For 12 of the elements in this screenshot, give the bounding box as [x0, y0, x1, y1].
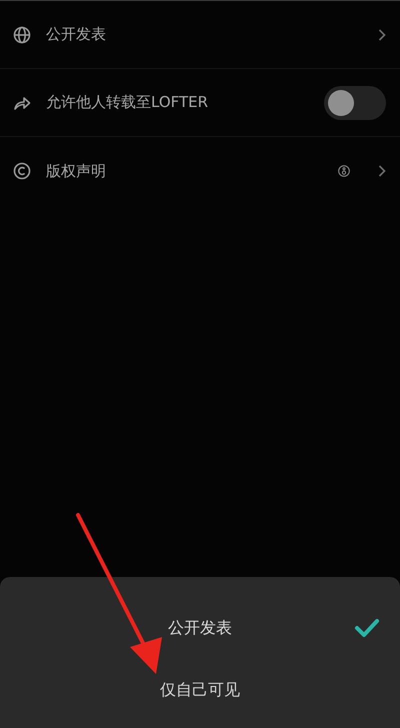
setting-label: 公开发表 [46, 25, 107, 44]
share-icon [13, 94, 31, 110]
chevron-right-icon[interactable] [378, 165, 386, 177]
setting-label: 版权声明 [46, 162, 107, 180]
visibility-option[interactable]: 仅自己可见 [160, 680, 240, 700]
globe-icon [13, 26, 31, 44]
info-circle-icon [338, 165, 350, 177]
setting-label: 允许他人转载至LOFTER [46, 93, 210, 112]
toggle-switch[interactable] [324, 86, 386, 120]
chevron-right-icon[interactable] [378, 28, 386, 40]
copyright-icon [13, 162, 31, 180]
visibility-option[interactable]: 公开发表 [168, 618, 232, 638]
